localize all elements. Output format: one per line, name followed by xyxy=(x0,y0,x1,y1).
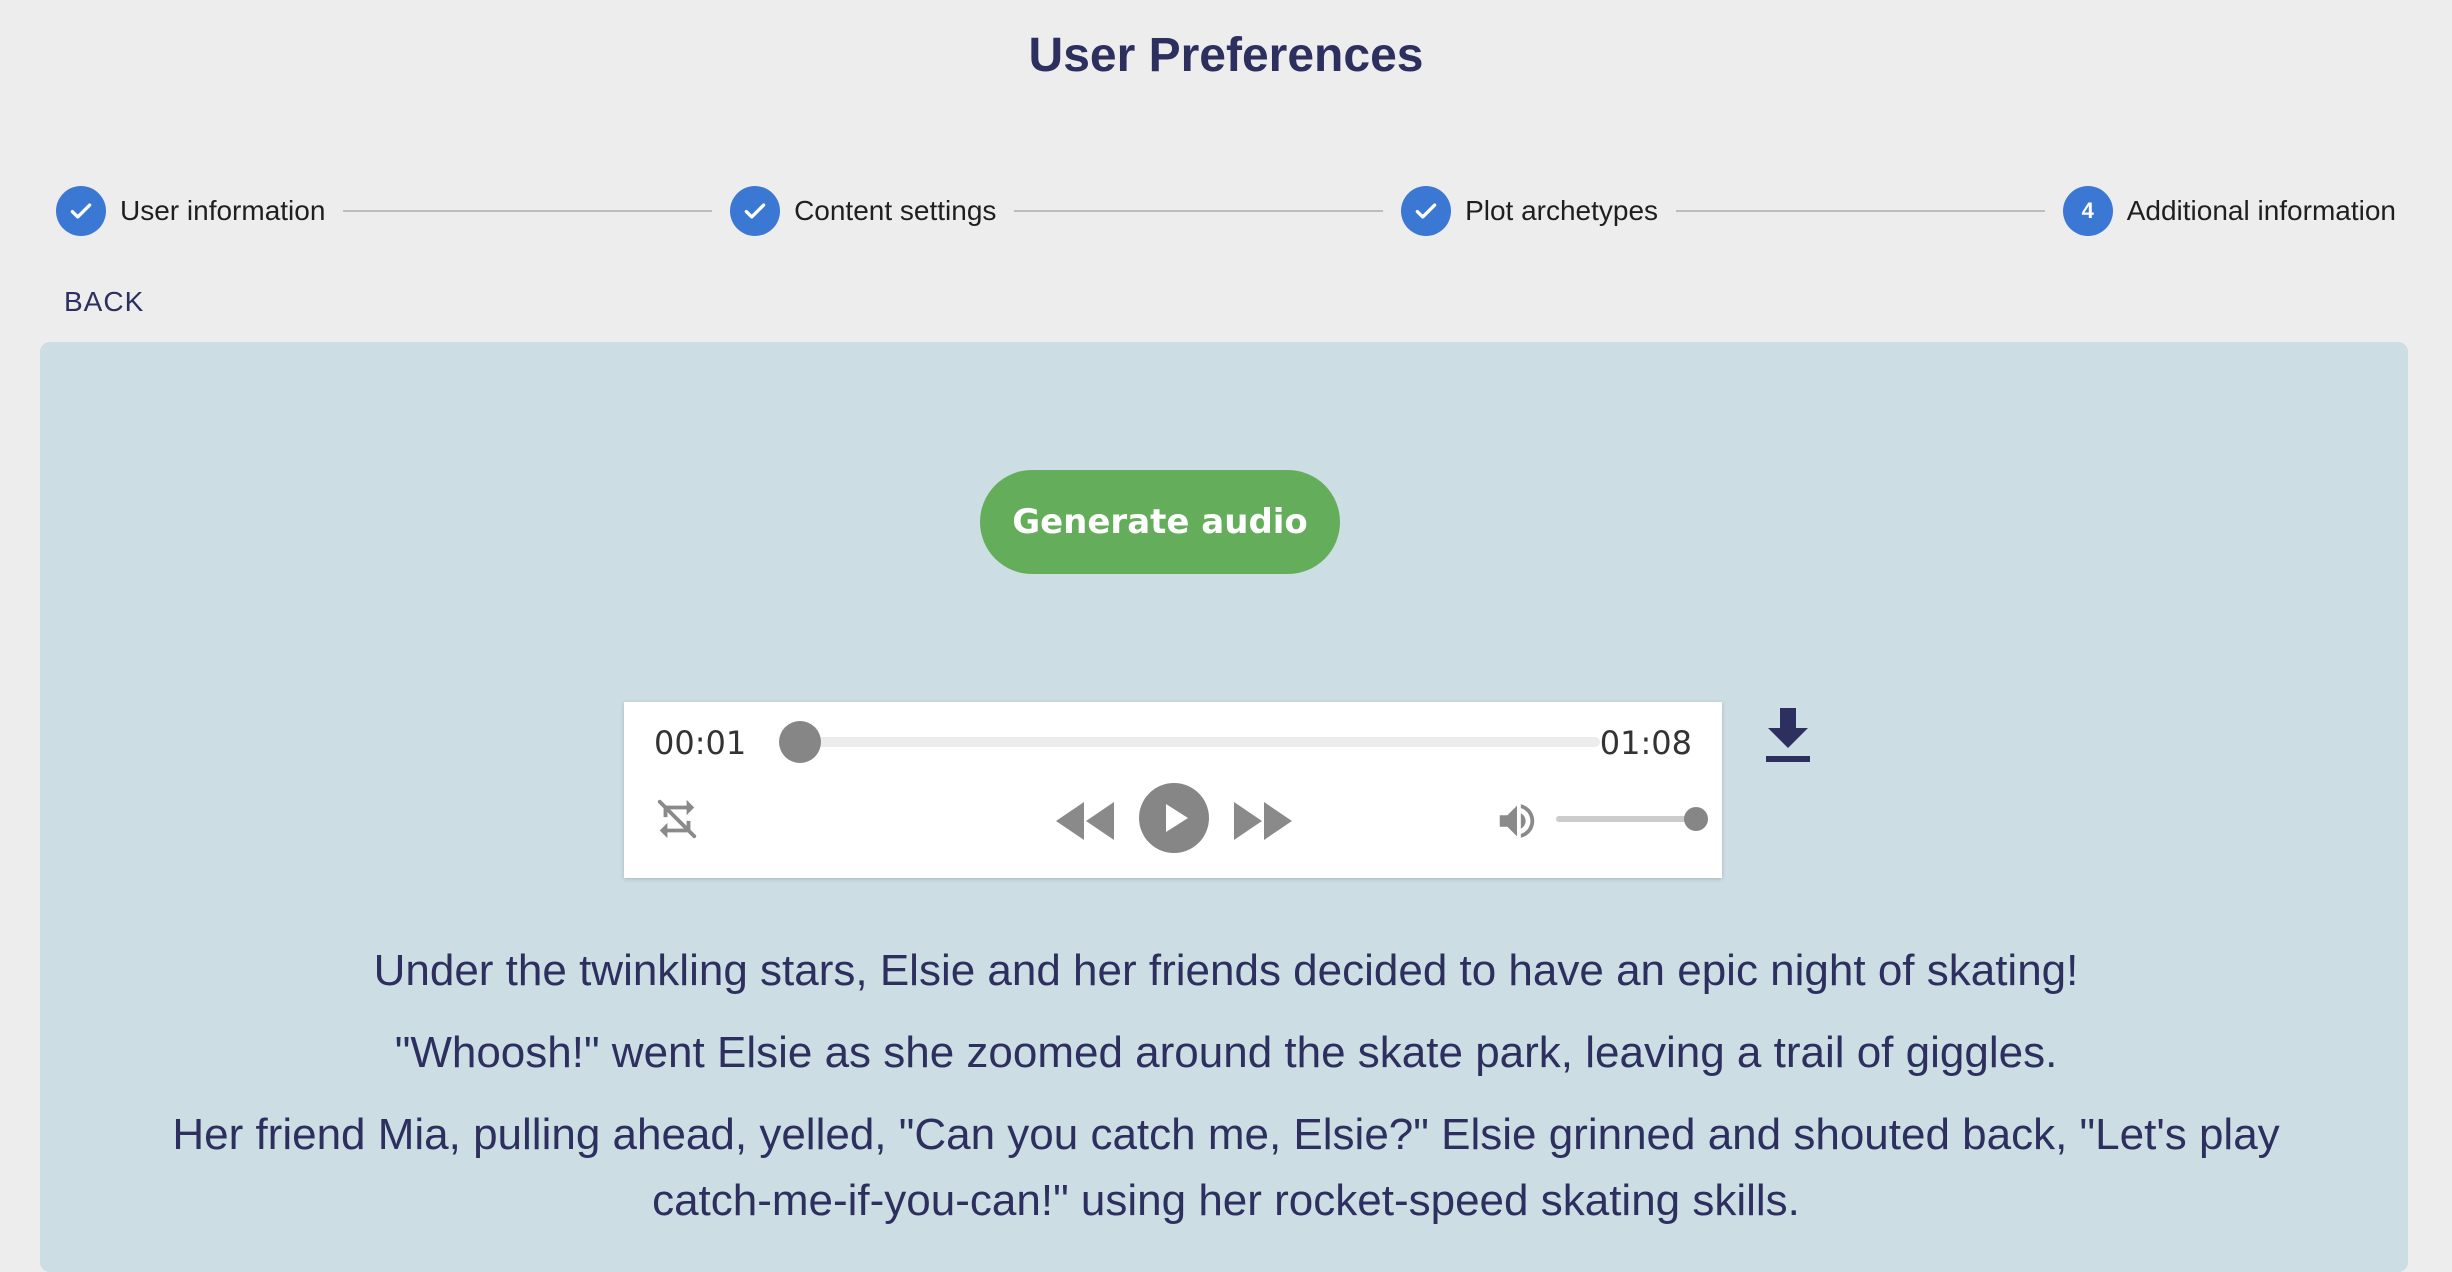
step-user-information: User information xyxy=(56,186,325,236)
step-connector xyxy=(1014,210,1384,212)
fast-forward-icon[interactable] xyxy=(1234,802,1292,840)
volume-thumb[interactable] xyxy=(1684,807,1708,831)
step-content-settings: Content settings xyxy=(730,186,996,236)
step-additional-information: 4 Additional information xyxy=(2062,186,2396,236)
step-label: Plot archetypes xyxy=(1465,195,1659,226)
download-icon[interactable] xyxy=(1764,708,1812,764)
check-icon xyxy=(1401,186,1452,236)
story-paragraph: Under the twinkling stars, Elsie and her… xyxy=(373,946,2079,995)
audio-player: 00:01 01:08 xyxy=(624,702,1722,878)
volume-icon[interactable] xyxy=(1494,798,1540,844)
back-button[interactable]: BACK xyxy=(64,286,144,318)
rewind-icon[interactable] xyxy=(1056,802,1114,840)
volume-slider[interactable] xyxy=(1556,807,1708,831)
step-connector xyxy=(343,210,713,212)
current-time: 00:01 xyxy=(654,724,747,762)
total-time: 01:08 xyxy=(1599,724,1692,762)
story-paragraph: Her friend Mia, pulling ahead, yelled, "… xyxy=(172,1110,2280,1225)
step-label: Content settings xyxy=(794,195,997,226)
generate-audio-button[interactable]: Generate audio xyxy=(980,470,1340,574)
volume-fill xyxy=(1556,816,1696,822)
check-icon xyxy=(56,186,106,236)
step-connector xyxy=(1676,210,2045,212)
stepper: User information Content settings Plot a… xyxy=(56,186,2396,236)
repeat-off-icon[interactable] xyxy=(654,796,700,842)
step-label: User information xyxy=(120,195,326,226)
play-icon[interactable] xyxy=(1138,782,1210,854)
step-label: Additional information xyxy=(2126,195,2396,226)
progress-thumb[interactable] xyxy=(779,721,822,763)
story-paragraph: "Whoosh!" went Elsie as she zoomed aroun… xyxy=(394,1028,2058,1077)
step-number: 4 xyxy=(2062,186,2113,236)
story-text: Under the twinkling stars, Elsie and her… xyxy=(110,938,2342,1250)
page-title: User Preferences xyxy=(1028,29,1424,82)
step-plot-archetypes: Plot archetypes xyxy=(1401,186,1658,236)
check-icon xyxy=(730,186,781,236)
progress-bar[interactable] xyxy=(779,721,1600,763)
